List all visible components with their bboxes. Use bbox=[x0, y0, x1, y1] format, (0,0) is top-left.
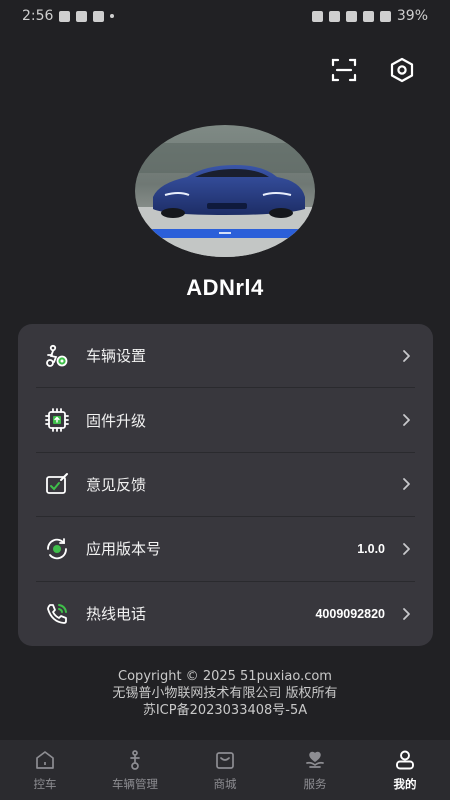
copyright-footer: Copyright © 2025 51puxiao.com 无锡普小物联网技术有… bbox=[0, 668, 450, 719]
tab-label: 商城 bbox=[213, 777, 237, 791]
menu-item-label: 热线电话 bbox=[86, 605, 147, 624]
alarm-icon bbox=[311, 10, 323, 22]
menu-item-label: 车辆设置 bbox=[86, 347, 147, 366]
hexagon-settings-icon bbox=[390, 57, 414, 83]
username: ADNrl4 bbox=[186, 275, 264, 300]
vehicle-settings-icon bbox=[46, 344, 68, 367]
version-refresh-icon bbox=[47, 537, 67, 560]
chevron-right-icon bbox=[403, 349, 410, 362]
scooter-icon bbox=[130, 750, 140, 770]
menu-item-app-version[interactable]: 应用版本号 1.0.0 bbox=[36, 517, 415, 582]
mute-icon bbox=[328, 10, 340, 22]
gallery-icon bbox=[59, 10, 71, 22]
shopping-bag-icon bbox=[216, 752, 234, 769]
menu-item-hotline[interactable]: 热线电话 4009092820 bbox=[36, 582, 415, 646]
scan-button[interactable] bbox=[330, 56, 358, 84]
battery-percent: 39% bbox=[396, 8, 428, 24]
icp-line[interactable]: 苏ICP备2023033408号-5A bbox=[0, 702, 450, 719]
menu-item-label: 意见反馈 bbox=[86, 475, 147, 494]
app-version-value: 1.0.0 bbox=[357, 541, 385, 556]
tab-service[interactable]: 服务 bbox=[270, 740, 360, 800]
image-icon bbox=[76, 10, 88, 22]
tab-vehicle-management[interactable]: 车辆管理 bbox=[90, 740, 180, 800]
menu-item-vehicle-settings[interactable]: 车辆设置 bbox=[36, 324, 415, 389]
tab-label: 控车 bbox=[33, 777, 57, 791]
chevron-right-icon bbox=[403, 607, 410, 620]
heart-hand-icon bbox=[306, 751, 324, 768]
home-icon bbox=[36, 751, 54, 769]
hotline-number-value: 4009092820 bbox=[315, 606, 385, 621]
tab-label: 我的 bbox=[393, 777, 417, 791]
avatar[interactable] bbox=[135, 125, 315, 257]
wifi-icon bbox=[362, 10, 374, 22]
more-notifications-icon bbox=[110, 14, 115, 18]
settings-menu: 车辆设置 固件升级 意见反馈 应用版本号 1.0.0 热线电话 40090928… bbox=[18, 324, 433, 646]
top-actions bbox=[330, 56, 416, 84]
app-notification-icon bbox=[93, 10, 105, 22]
phone-icon bbox=[47, 603, 67, 624]
bottom-tab-bar: 控车 车辆管理 商城 服务 我的 bbox=[0, 740, 450, 800]
menu-item-label: 应用版本号 bbox=[86, 540, 162, 559]
chevron-right-icon bbox=[403, 414, 410, 426]
scan-icon bbox=[331, 58, 357, 82]
company-line: 无锡普小物联网技术有限公司 版权所有 bbox=[112, 686, 338, 701]
menu-item-feedback[interactable]: 意见反馈 bbox=[36, 453, 415, 518]
chevron-right-icon bbox=[403, 478, 410, 491]
feedback-edit-icon bbox=[46, 473, 68, 495]
chevron-right-icon bbox=[403, 542, 410, 555]
location-icon bbox=[345, 10, 357, 22]
menu-item-label: 固件升级 bbox=[86, 411, 147, 430]
settings-button[interactable] bbox=[388, 56, 416, 84]
menu-item-firmware-upgrade[interactable]: 固件升级 bbox=[36, 388, 415, 453]
tab-control-car[interactable]: 控车 bbox=[0, 740, 90, 800]
user-profile-icon bbox=[396, 750, 414, 770]
tab-label: 车辆管理 bbox=[112, 777, 158, 791]
tab-store[interactable]: 商城 bbox=[180, 740, 270, 800]
car-photo-avatar bbox=[135, 125, 315, 257]
copyright-line: Copyright © 2025 51puxiao.com bbox=[118, 669, 332, 684]
tab-mine[interactable]: 我的 bbox=[360, 740, 450, 800]
firmware-chip-icon bbox=[45, 408, 69, 432]
status-bar: 2:56 39% bbox=[0, 0, 450, 32]
status-time: 2:56 bbox=[22, 8, 54, 24]
tab-label: 服务 bbox=[303, 777, 327, 791]
signal-icon bbox=[379, 10, 391, 22]
